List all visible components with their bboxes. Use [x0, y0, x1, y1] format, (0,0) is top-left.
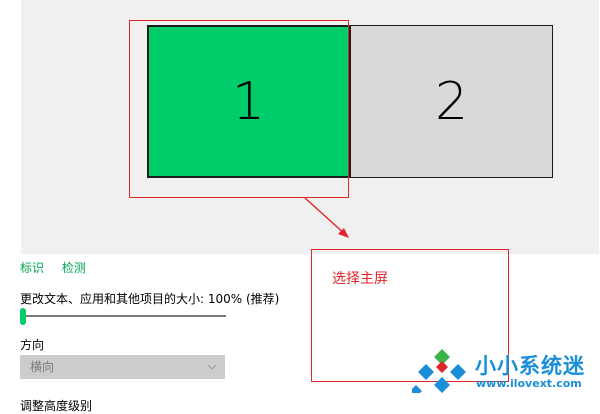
scale-label: 更改文本、应用和其他项目的大小: 100% (推荐)	[20, 292, 280, 306]
identify-detect-links: 标识 检测	[20, 259, 100, 276]
monitor-1[interactable]: 1	[147, 25, 350, 178]
annotation-arrow-icon	[304, 197, 349, 238]
watermark-logo-icon	[412, 349, 466, 393]
annotation-callout-text: 选择主屏	[332, 271, 388, 287]
orientation-selected-value: 横向	[30, 360, 55, 374]
scale-slider-thumb[interactable]	[20, 308, 26, 325]
orientation-label: 方向	[20, 338, 45, 352]
scale-slider-track[interactable]	[22, 315, 226, 317]
monitor-1-label: 1	[231, 71, 266, 132]
watermark-url: www.ilovext.com	[476, 377, 582, 390]
next-section-label: 调整高度级别	[20, 399, 93, 413]
detect-link[interactable]: 检测	[62, 261, 86, 275]
identify-link[interactable]: 标识	[20, 261, 44, 275]
chevron-down-icon	[207, 355, 217, 387]
watermark-text: 小小系统迷	[475, 354, 585, 378]
monitor-2[interactable]: 2	[350, 25, 553, 178]
monitor-2-label: 2	[434, 71, 469, 132]
orientation-select[interactable]: 横向	[20, 355, 225, 379]
